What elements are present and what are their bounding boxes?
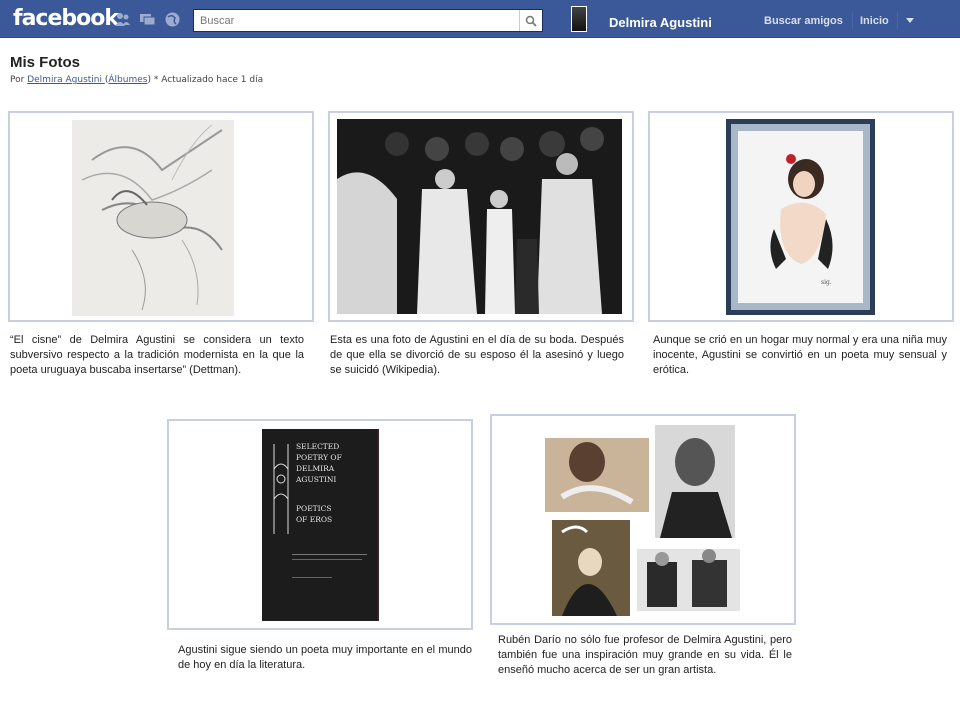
profile-name-link[interactable]: Delmira Agustini [609,15,712,30]
photo-caption: Rubén Darío no sólo fue profesor de Delm… [498,634,792,676]
nav-divider [897,12,898,29]
friend-requests-icon[interactable] [114,11,131,28]
page-title: Mis Fotos [10,54,80,71]
photo-frame[interactable] [8,111,314,322]
framed-portrait-photo: sig. [726,119,875,315]
messages-icon[interactable] [139,11,156,28]
search-input[interactable] [194,10,520,31]
notifications-globe-icon[interactable] [164,11,181,28]
top-bar: facebook Delmira Agustini Buscar amigos … [0,0,960,38]
photo-frame[interactable]: SELECTED POETRY OF DELMIRA AGUSTINI POET… [167,419,473,630]
facebook-logo[interactable]: facebook [13,6,119,31]
wedding-photo [337,119,622,314]
updated-text: * Actualizado hace 1 día [153,75,264,85]
search-icon [525,15,537,27]
albums-link[interactable]: Álbumes [108,75,147,85]
author-link[interactable]: Delmira Agustini [27,75,105,85]
search-button[interactable] [519,10,542,31]
photo-frame[interactable] [490,414,796,625]
book-subtitle-line: OF EROS [296,515,333,524]
photo-caption: Agustini sigue siendo un poeta muy impor… [178,644,472,671]
album-byline: Por Delmira Agustini (Álbumes) * Actuali… [10,75,264,85]
home-link[interactable]: Inicio [860,15,889,27]
photo-frame[interactable]: sig. [648,111,954,322]
book-title-line: DELMIRA [296,464,335,473]
swan-sketch-photo [72,120,234,316]
book-cover-photo: SELECTED POETRY OF DELMIRA AGUSTINI POET… [262,429,379,621]
book-title-line: AGUSTINI [296,475,337,484]
book-title-line: SELECTED [296,442,340,451]
art-nouveau-ornament-icon [273,444,289,534]
search-box [193,9,543,32]
book-title-line: POETRY OF [296,453,342,462]
book-subtitle-line: POETICS [296,504,332,513]
photo-caption: Esta es una foto de Agustini en el día d… [330,334,624,376]
photo-caption: “El cisne” de Delmira Agustini se consid… [10,334,304,376]
account-menu-arrow-icon[interactable] [906,18,914,23]
by-prefix: Por [10,75,25,85]
svg-text:sig.: sig. [821,279,832,286]
nav-divider [852,12,853,29]
profile-thumbnail[interactable] [571,6,587,32]
portrait-collage-photo [545,425,740,616]
find-friends-link[interactable]: Buscar amigos [764,15,843,27]
photo-caption: Aunque se crió en un hogar muy normal y … [653,334,947,376]
photo-frame[interactable] [328,111,634,322]
